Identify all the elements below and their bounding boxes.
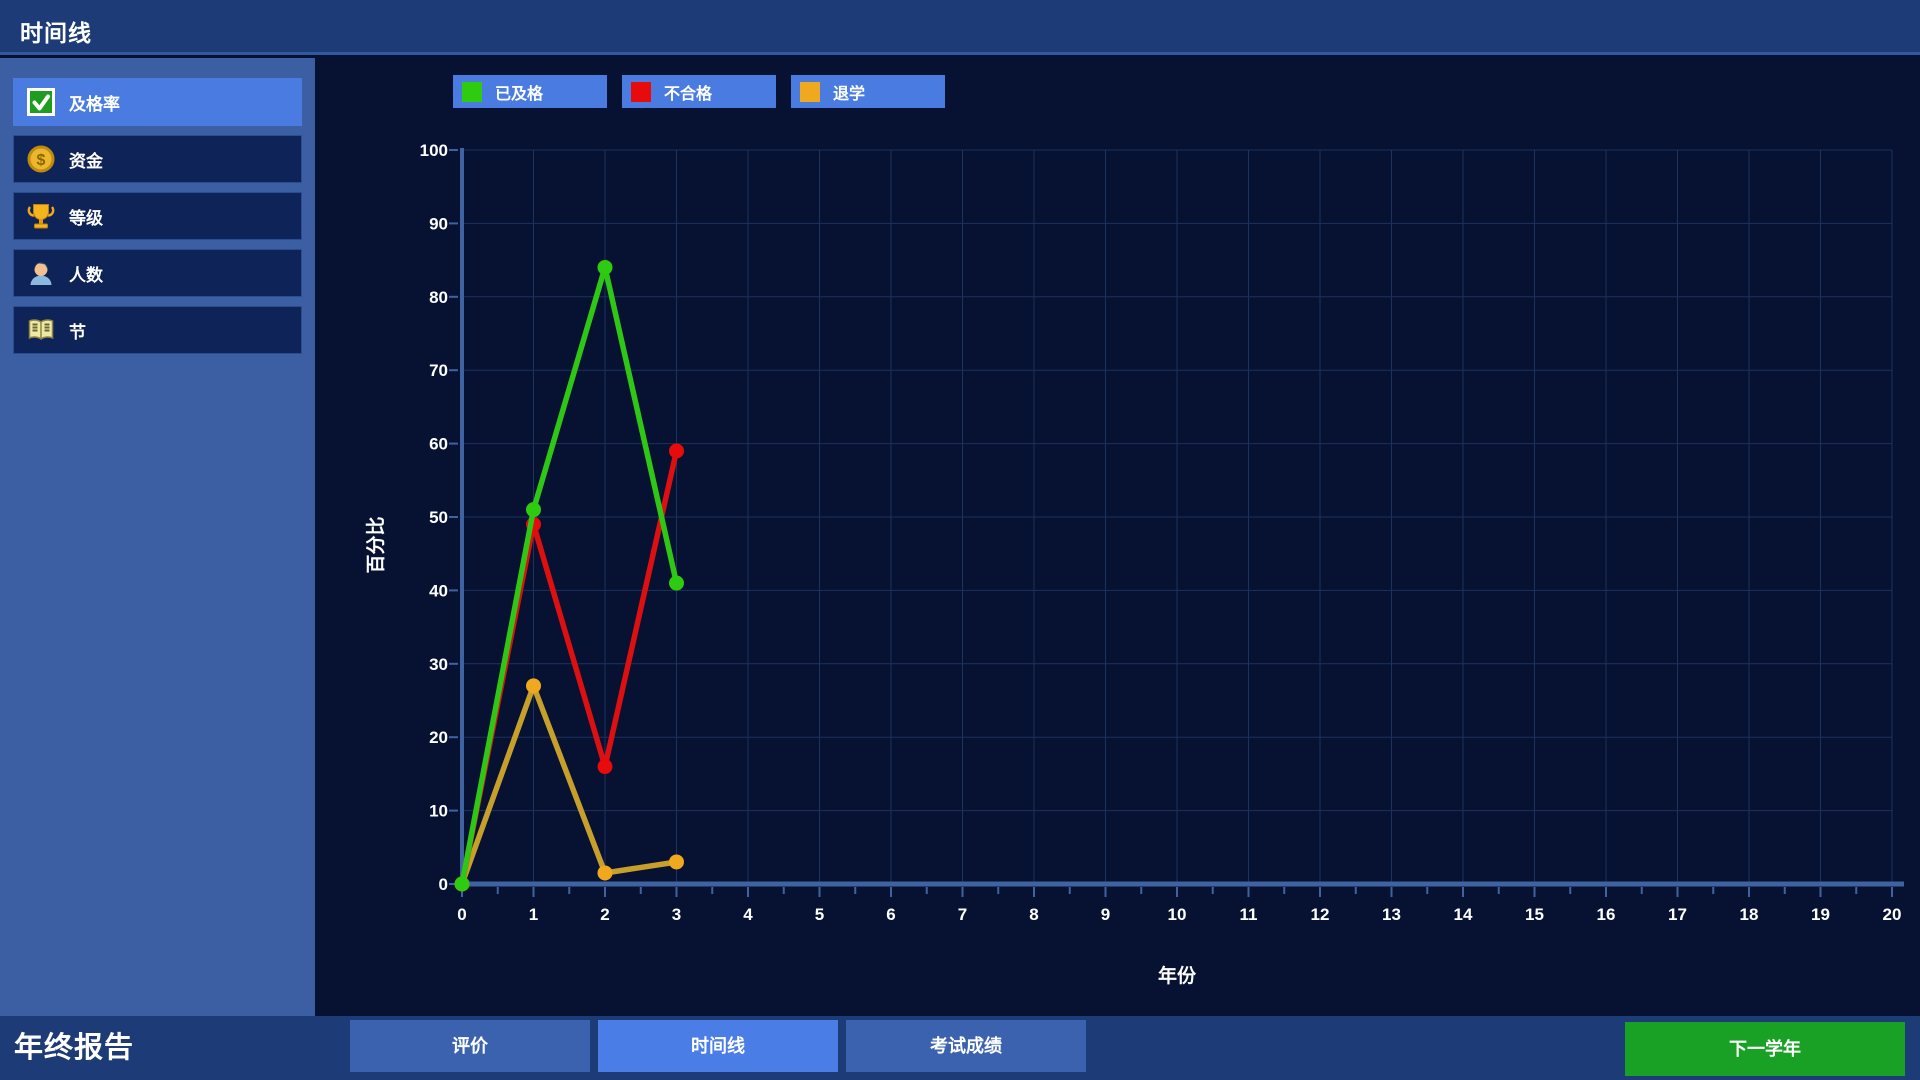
data-point bbox=[598, 759, 613, 774]
x-tick-label: 10 bbox=[1168, 905, 1187, 924]
x-tick-label: 5 bbox=[815, 905, 824, 924]
tab-时间线[interactable]: 时间线 bbox=[598, 1020, 838, 1072]
coin-icon: $ bbox=[26, 144, 56, 174]
chart-area: 已及格不合格退学 0123456789101112131415161718192… bbox=[315, 58, 1920, 1016]
x-tick-label: 13 bbox=[1382, 905, 1401, 924]
sidebar-item[interactable]: $ 资金 bbox=[13, 135, 302, 183]
x-tick-label: 4 bbox=[743, 905, 753, 924]
x-tick-label: 15 bbox=[1525, 905, 1544, 924]
y-tick-label: 90 bbox=[429, 214, 448, 233]
x-tick-label: 17 bbox=[1668, 905, 1687, 924]
sidebar-item-label: 节 bbox=[69, 318, 86, 343]
x-tick-label: 16 bbox=[1597, 905, 1616, 924]
sidebar-item-label: 等级 bbox=[69, 204, 103, 229]
page-title: 时间线 bbox=[20, 14, 92, 48]
data-point bbox=[669, 443, 684, 458]
sidebar: 及格率 $ 资金等级人数节 bbox=[0, 58, 315, 1016]
sidebar-item-label: 及格率 bbox=[69, 90, 120, 115]
footer-tabs: 评价时间线考试成绩 bbox=[350, 1020, 1086, 1072]
sidebar-item[interactable]: 人数 bbox=[13, 249, 302, 297]
y-tick-label: 50 bbox=[429, 508, 448, 527]
x-tick-label: 2 bbox=[600, 905, 609, 924]
sidebar-item[interactable]: 及格率 bbox=[13, 78, 302, 126]
checkbox-icon bbox=[26, 87, 56, 117]
footer-bar: 年终报告 评价时间线考试成绩 下一学年 bbox=[0, 1016, 1920, 1080]
sidebar-item[interactable]: 节 bbox=[13, 306, 302, 354]
y-tick-label: 0 bbox=[439, 875, 448, 894]
x-tick-label: 9 bbox=[1101, 905, 1110, 924]
tab-考试成绩[interactable]: 考试成绩 bbox=[846, 1020, 1086, 1072]
header-bar: 时间线 bbox=[0, 0, 1920, 55]
x-tick-label: 11 bbox=[1240, 905, 1258, 924]
sidebar-item[interactable]: 等级 bbox=[13, 192, 302, 240]
y-tick-label: 20 bbox=[429, 728, 448, 747]
x-tick-label: 20 bbox=[1883, 905, 1902, 924]
data-point bbox=[526, 678, 541, 693]
x-tick-label: 6 bbox=[886, 905, 895, 924]
y-tick-label: 10 bbox=[429, 802, 448, 821]
sidebar-item-label: 资金 bbox=[69, 147, 103, 172]
data-point bbox=[598, 260, 613, 275]
x-tick-label: 19 bbox=[1811, 905, 1830, 924]
y-tick-label: 60 bbox=[429, 435, 448, 454]
x-tick-label: 8 bbox=[1029, 905, 1038, 924]
timeline-chart: 0123456789101112131415161718192001020304… bbox=[315, 58, 1920, 1016]
x-tick-label: 7 bbox=[958, 905, 967, 924]
person-icon bbox=[26, 258, 56, 288]
x-axis-label: 年份 bbox=[1077, 961, 1277, 988]
y-tick-label: 30 bbox=[429, 655, 448, 674]
tab-评价[interactable]: 评价 bbox=[350, 1020, 590, 1072]
x-tick-label: 1 bbox=[529, 905, 538, 924]
data-point bbox=[598, 865, 613, 880]
x-tick-label: 3 bbox=[672, 905, 681, 924]
x-tick-label: 12 bbox=[1311, 905, 1330, 924]
x-tick-label: 14 bbox=[1454, 905, 1473, 924]
y-tick-label: 100 bbox=[420, 141, 448, 160]
data-point bbox=[669, 854, 684, 869]
data-point bbox=[455, 877, 470, 892]
y-tick-label: 40 bbox=[429, 581, 448, 600]
x-tick-label: 18 bbox=[1740, 905, 1759, 924]
x-tick-label: 0 bbox=[457, 905, 466, 924]
svg-text:$: $ bbox=[37, 152, 46, 169]
data-point bbox=[526, 502, 541, 517]
series-line bbox=[462, 451, 677, 884]
book-icon bbox=[26, 315, 56, 345]
y-tick-label: 70 bbox=[429, 361, 448, 380]
y-axis-label: 百分比 bbox=[361, 485, 383, 605]
y-tick-label: 80 bbox=[429, 288, 448, 307]
next-year-button[interactable]: 下一学年 bbox=[1625, 1022, 1905, 1076]
report-title: 年终报告 bbox=[14, 1016, 134, 1080]
data-point bbox=[669, 576, 684, 591]
trophy-icon bbox=[26, 201, 56, 231]
sidebar-item-label: 人数 bbox=[69, 261, 103, 286]
